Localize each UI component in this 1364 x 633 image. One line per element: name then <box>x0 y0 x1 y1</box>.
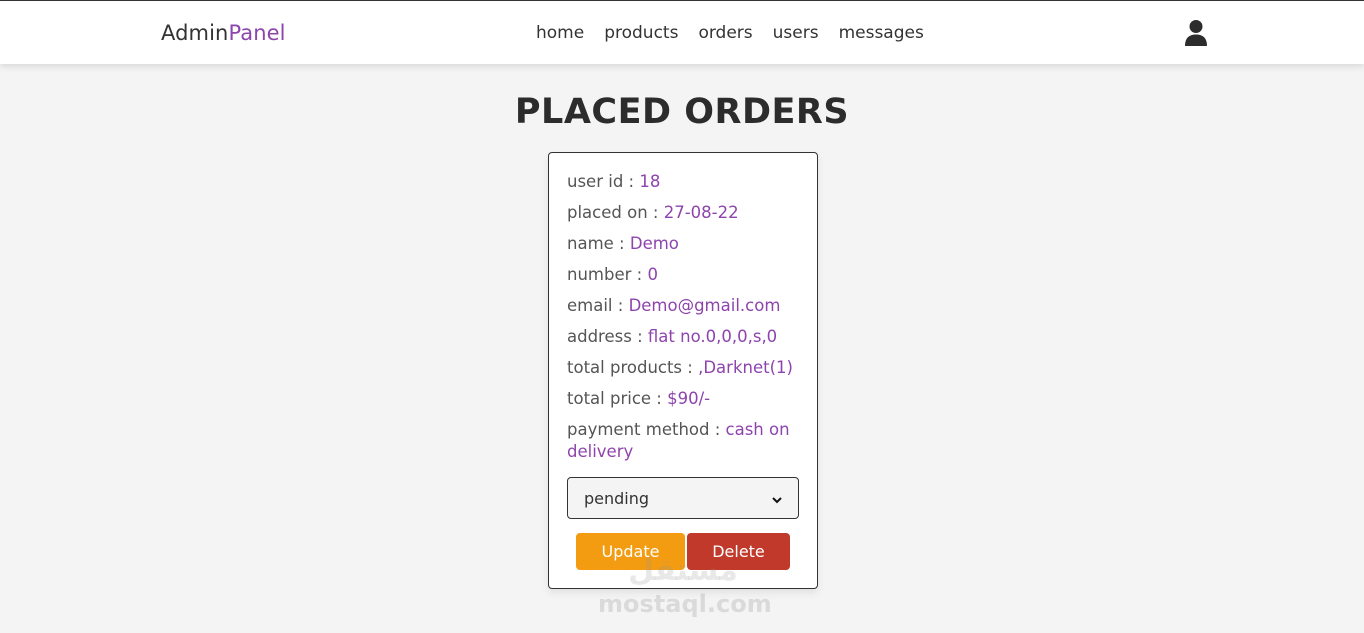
page-title: PLACED ORDERS <box>514 92 850 132</box>
total-products-value: ,Darknet(1) <box>698 358 793 377</box>
placed-on-value: 27-08-22 <box>663 203 739 222</box>
order-status-value: pending <box>584 488 650 508</box>
nav-home[interactable]: home <box>536 23 584 43</box>
number-label: number : <box>567 265 643 284</box>
email-label: email : <box>567 296 624 315</box>
logo-accent: Panel <box>228 21 286 45</box>
address-value: flat no.0,0,0,s,0 <box>647 327 778 346</box>
total-products-label: total products : <box>567 358 693 377</box>
header: AdminPanel home products orders users me… <box>0 0 1364 64</box>
number-value: 0 <box>647 265 658 284</box>
user-id-label: user id : <box>567 172 635 191</box>
order-status-select[interactable]: pending <box>567 477 799 519</box>
address-row: address : flat no.0,0,0,s,0 <box>567 326 799 348</box>
navbar: home products orders users messages <box>536 23 924 43</box>
total-products-row: total products : ,Darknet(1) <box>567 357 799 379</box>
nav-messages[interactable]: messages <box>839 23 924 43</box>
name-label: name : <box>567 234 625 253</box>
nav-orders[interactable]: orders <box>698 23 752 43</box>
name-value: Demo <box>629 234 679 253</box>
chevron-down-icon <box>772 489 782 508</box>
watermark-latin: mostaql.com <box>598 590 772 618</box>
nav-products[interactable]: products <box>604 23 678 43</box>
payment-method-label: payment method : <box>567 420 721 439</box>
email-row: email : Demo@gmail.com <box>567 295 799 317</box>
placed-on-label: placed on : <box>567 203 659 222</box>
nav-users[interactable]: users <box>773 23 819 43</box>
total-price-row: total price : $90/- <box>567 388 799 410</box>
user-id-row: user id : 18 <box>567 171 799 193</box>
address-label: address : <box>567 327 643 346</box>
order-card: user id : 18 placed on : 27-08-22 name :… <box>548 152 818 589</box>
total-price-label: total price : <box>567 389 662 408</box>
placed-on-row: placed on : 27-08-22 <box>567 202 799 224</box>
logo[interactable]: AdminPanel <box>161 21 286 45</box>
user-id-value: 18 <box>639 172 661 191</box>
logo-main: Admin <box>161 21 229 45</box>
email-value: Demo@gmail.com <box>628 296 781 315</box>
number-row: number : 0 <box>567 264 799 286</box>
delete-button[interactable]: Delete <box>687 533 790 570</box>
payment-method-row: payment method : cash on delivery <box>567 419 799 463</box>
name-row: name : Demo <box>567 233 799 255</box>
user-icon[interactable] <box>1183 19 1209 47</box>
total-price-value: $90/- <box>667 389 711 408</box>
update-button[interactable]: Update <box>576 533 685 570</box>
